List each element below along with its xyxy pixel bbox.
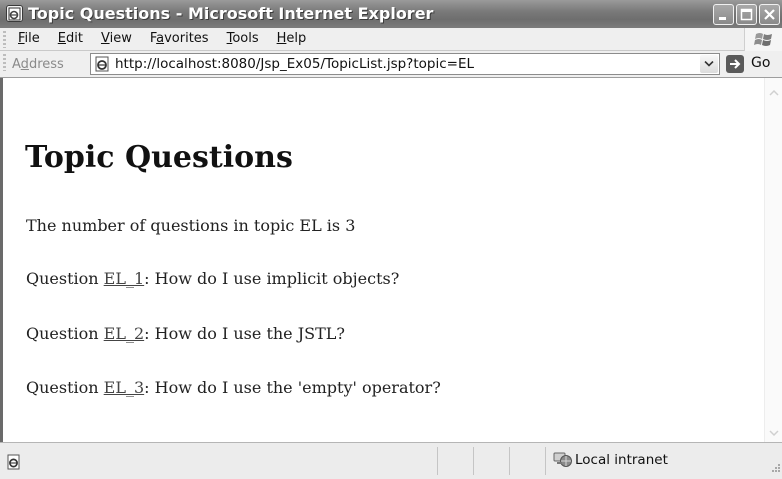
question-link[interactable]: EL_1 <box>104 269 144 288</box>
page-done-icon <box>6 454 22 474</box>
status-pane <box>509 447 545 475</box>
menu-help[interactable]: Help <box>277 31 307 46</box>
toolbar-grip[interactable] <box>3 31 6 48</box>
minimize-button[interactable] <box>713 4 734 25</box>
local-intranet-icon <box>553 451 573 473</box>
scroll-down-icon[interactable] <box>768 424 780 437</box>
question-link[interactable]: EL_2 <box>104 324 144 343</box>
window-title: Topic Questions - Microsoft Internet Exp… <box>28 4 434 23</box>
menu-items: File Edit View Favorites Tools Help <box>18 31 324 46</box>
resize-grip-icon[interactable] <box>770 457 780 476</box>
question-link[interactable]: EL_3 <box>104 378 144 397</box>
menu-favorites[interactable]: Favorites <box>150 31 209 46</box>
toolbar-grip[interactable] <box>3 54 6 71</box>
address-label: Address <box>12 57 64 72</box>
page-content: Topic Questions The number of questions … <box>0 78 782 442</box>
menu-view[interactable]: View <box>101 31 132 46</box>
question-item: Question EL_2: How do I use the JSTL? <box>26 324 345 343</box>
scroll-up-icon[interactable] <box>768 84 780 96</box>
maximize-button[interactable] <box>736 4 757 25</box>
windows-logo-icon <box>744 28 782 51</box>
menu-tools[interactable]: Tools <box>227 31 259 46</box>
address-input[interactable]: http://localhost:8080/Jsp_Ex05/TopicList… <box>90 53 720 75</box>
vertical-scrollbar[interactable] <box>764 78 782 442</box>
menu-edit[interactable]: Edit <box>58 31 83 46</box>
address-url[interactable]: http://localhost:8080/Jsp_Ex05/TopicList… <box>115 56 474 72</box>
window-controls <box>713 4 780 25</box>
go-label: Go <box>751 55 771 71</box>
ie-page-icon[interactable] <box>6 5 23 22</box>
title-bar[interactable]: Topic Questions - Microsoft Internet Exp… <box>0 0 782 28</box>
security-zone-label: Local intranet <box>575 452 668 468</box>
address-bar: Address http://localhost:8080/Jsp_Ex05/T… <box>0 51 782 78</box>
address-dropdown-button[interactable] <box>700 55 718 73</box>
browser-window: Topic Questions - Microsoft Internet Exp… <box>0 0 782 479</box>
menu-bar: File Edit View Favorites Tools Help <box>0 28 782 51</box>
question-item: Question EL_3: How do I use the 'empty' … <box>26 378 441 397</box>
menu-file[interactable]: File <box>18 31 40 46</box>
status-pane <box>473 447 509 475</box>
close-button[interactable] <box>759 4 780 25</box>
ie-page-icon <box>94 56 111 77</box>
go-arrow-icon <box>726 55 744 73</box>
status-pane <box>437 447 473 475</box>
go-button[interactable]: Go <box>726 54 780 74</box>
status-bar: Local intranet <box>0 442 782 479</box>
question-item: Question EL_1: How do I use implicit obj… <box>26 269 400 288</box>
question-count: The number of questions in topic EL is 3 <box>26 216 356 235</box>
page-title: Topic Questions <box>25 140 293 175</box>
status-pane <box>545 447 546 475</box>
